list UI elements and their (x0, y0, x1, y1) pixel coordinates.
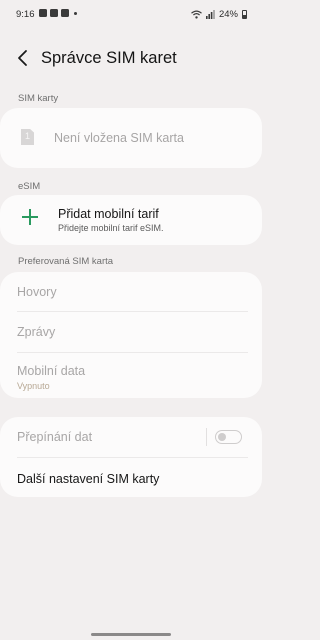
preferred-sim-card: Hovory Zprávy Mobilní data Vypnuto (0, 272, 262, 398)
section-label-preferred: Preferovaná SIM karta (18, 256, 114, 267)
data-switching-toggle[interactable] (215, 430, 242, 444)
sim-slot-1[interactable]: 1 Není vložena SIM karta (0, 108, 262, 168)
divider (17, 457, 248, 458)
page-title: Správce SIM karet (41, 49, 177, 67)
signal-icon (205, 10, 215, 19)
add-mobile-plan-button[interactable]: Přidat mobilní tarif Přidejte mobilní ta… (0, 195, 262, 245)
notification-icons (39, 9, 77, 17)
section-label-esim: eSIM (18, 181, 41, 192)
sim-slot-number: 1 (25, 131, 31, 141)
add-plan-title: Přidat mobilní tarif (58, 207, 159, 221)
more-sim-settings-link[interactable]: Další nastavení SIM karty (17, 472, 159, 486)
status-time: 9:16 (16, 9, 35, 20)
status-bar: 9:16 24% (0, 0, 262, 28)
section-label-sim: SIM karty (18, 93, 59, 104)
youtube-icon (61, 9, 69, 17)
battery-percent: 24% (218, 9, 238, 20)
divider (17, 352, 248, 353)
app-header: Správce SIM karet (0, 44, 262, 74)
mobile-data-label: Mobilní data (17, 364, 86, 378)
wifi-icon (191, 10, 202, 19)
divider (17, 311, 248, 312)
home-indicator[interactable] (91, 633, 171, 636)
screen: 9:16 24% Správce SIM karet SIM karty 1 N… (0, 0, 262, 640)
back-arrow-icon[interactable] (14, 48, 32, 68)
mobile-data-row[interactable]: Mobilní data Vypnuto (17, 364, 248, 394)
messages-row[interactable]: Zprávy (17, 325, 248, 349)
messages-label: Zprávy (17, 325, 56, 339)
sim-empty-label: Není vložena SIM karta (54, 131, 184, 145)
status-indicators: 24% (191, 9, 247, 20)
add-plan-subtitle: Přidejte mobilní tarif eSIM. (58, 223, 164, 233)
youtube-icon (50, 9, 58, 17)
data-switching-row[interactable]: Přepínání dat (17, 430, 248, 452)
battery-icon (242, 10, 247, 19)
mobile-data-value: Vypnuto (17, 381, 50, 391)
toggle-separator (206, 428, 207, 446)
gallery-icon (39, 9, 47, 17)
calls-label: Hovory (17, 285, 57, 299)
plus-icon (22, 209, 38, 225)
more-notifications-icon (74, 11, 77, 15)
data-switching-label: Přepínání dat (17, 430, 93, 444)
calls-row[interactable]: Hovory (17, 285, 248, 309)
